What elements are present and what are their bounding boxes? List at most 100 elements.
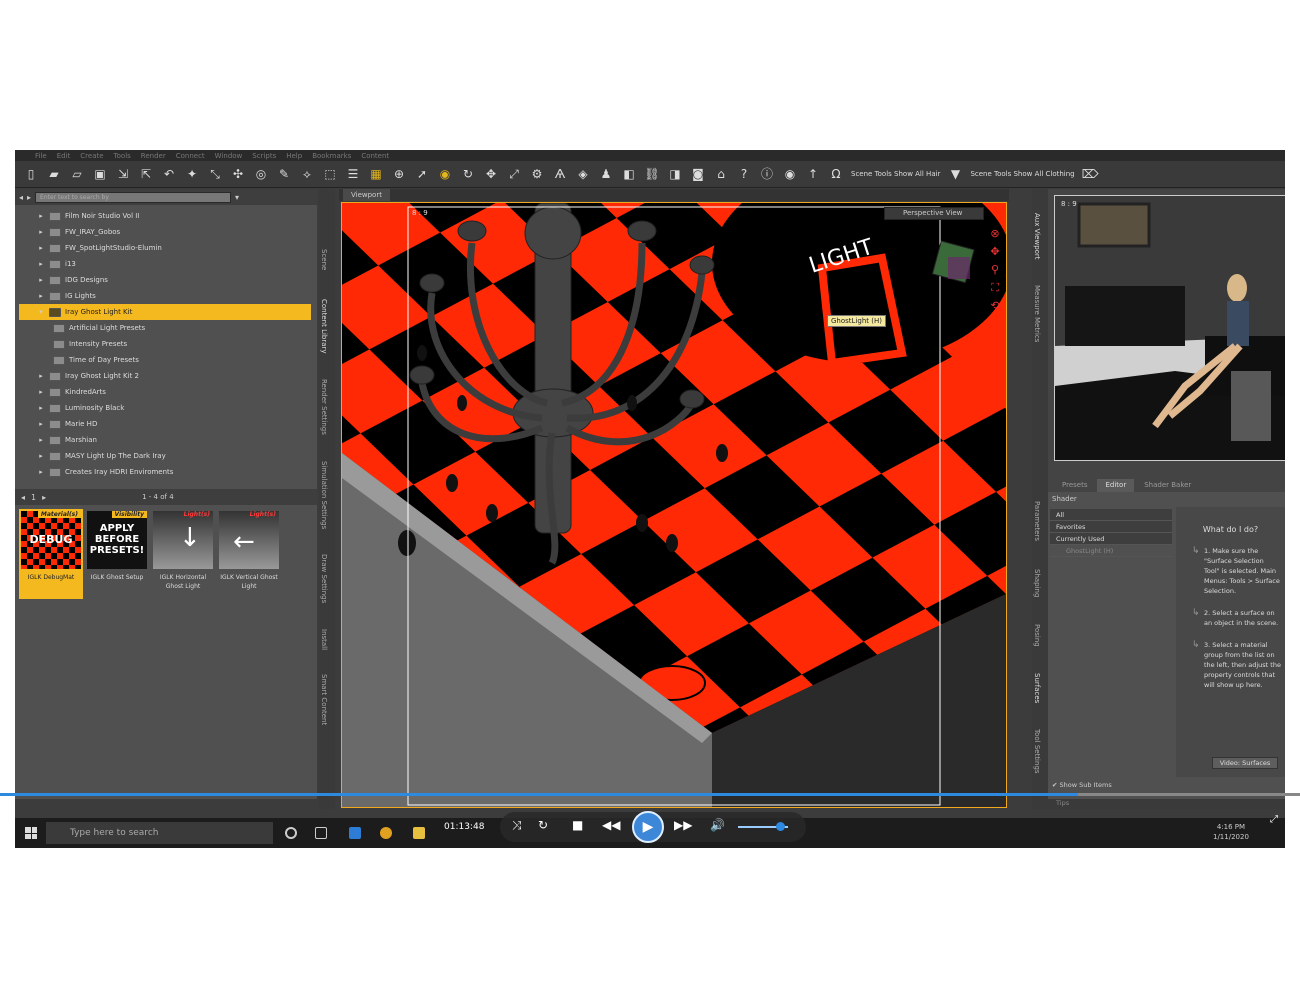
tree-item[interactable]: ▸ IG Lights — [19, 288, 311, 304]
menu-bookmarks[interactable]: Bookmarks — [312, 152, 351, 160]
help-icon[interactable]: ⓘ — [759, 166, 775, 182]
shader-filter-all[interactable]: All — [1050, 509, 1172, 521]
tree-item[interactable]: ▾ Iray Ghost Light Kit — [19, 304, 311, 320]
tree-item[interactable]: ▸ IDG Designs — [19, 272, 311, 288]
expand-arrow-icon[interactable]: ▸ — [37, 436, 45, 444]
task-view-icon[interactable] — [315, 827, 327, 839]
main-viewport[interactable]: LIGHT 8 : 9 Perspective View ⊗ ✥ ⚲ ⛶ ⟲ — [341, 202, 1007, 808]
show-all-icon[interactable]: ◉ — [782, 166, 798, 182]
expand-arrow-icon[interactable]: ▸ — [37, 372, 45, 380]
search-options-icon[interactable]: ▾ — [235, 193, 239, 202]
expand-icon[interactable]: ⤢ — [1270, 814, 1284, 826]
tree-item[interactable]: ▸ Marshian — [19, 432, 311, 448]
tab-viewport[interactable]: Viewport — [343, 189, 390, 201]
windows-start-icon[interactable] — [25, 827, 37, 839]
page-number[interactable]: 1 — [31, 493, 36, 502]
content-tile[interactable]: Material(s) DEBUG IGLK DebugMat — [19, 509, 83, 599]
tab-shaping[interactable]: Shaping — [1033, 569, 1041, 597]
tab-editor[interactable]: Editor — [1097, 479, 1135, 492]
light-tool-icon[interactable]: ◉ — [437, 166, 453, 182]
tab-parameters[interactable]: Parameters — [1033, 501, 1041, 541]
new-file-icon[interactable]: ▯ — [23, 166, 39, 182]
tips-bar[interactable]: Tips — [1048, 799, 1285, 809]
scene-tools-hair-button[interactable]: Scene Tools Show All Hair — [851, 170, 940, 178]
undo-icon[interactable]: ↶ — [161, 166, 177, 182]
region-icon[interactable]: ⬚ — [322, 166, 338, 182]
show-sub-items-checkbox[interactable]: ✔ Show Sub Items — [1052, 781, 1112, 789]
expand-arrow-icon[interactable]: ▸ — [37, 388, 45, 396]
rewind-icon[interactable]: ◀◀ — [602, 818, 620, 832]
aux-viewport[interactable]: 8 : 9 — [1054, 195, 1285, 461]
link-icon[interactable]: ⛓ — [644, 166, 660, 182]
tree-item[interactable]: Time of Day Presets — [19, 352, 311, 368]
menu-window[interactable]: Window — [215, 152, 243, 160]
tab-scene[interactable]: Scene — [320, 249, 328, 270]
shader-filter-currently-used[interactable]: Currently Used — [1050, 533, 1172, 545]
tree-item[interactable]: ▸ FW_SpotLightStudio-Elumin — [19, 240, 311, 256]
expand-arrow-icon[interactable]: ▸ — [37, 276, 45, 284]
fast-forward-icon[interactable]: ▶▶ — [674, 818, 692, 832]
edge-icon[interactable] — [349, 827, 361, 839]
scene-icon[interactable]: ✦ — [184, 166, 200, 182]
volume-knob[interactable] — [776, 822, 785, 831]
tree-item[interactable]: ▸ KindredArts — [19, 384, 311, 400]
video-surfaces-button[interactable]: Video: Surfaces — [1212, 757, 1278, 769]
expand-arrow-icon[interactable]: ▸ — [37, 228, 45, 236]
back-arrow-icon[interactable]: ◂ — [19, 193, 23, 202]
taskbar-search-input[interactable]: Type here to search — [46, 822, 273, 844]
figure-icon[interactable]: Ѧ — [552, 166, 568, 182]
menu-create[interactable]: Create — [80, 152, 103, 160]
tree-item[interactable]: ▸ Film Noir Studio Vol II — [19, 208, 311, 224]
tree-item[interactable]: ▸ i13 — [19, 256, 311, 272]
forward-arrow-icon[interactable]: ▸ — [27, 193, 31, 202]
repeat-icon[interactable]: ↻ — [538, 818, 548, 832]
expand-arrow-icon[interactable]: ▸ — [37, 244, 45, 252]
prev-page-icon[interactable]: ◂ — [21, 493, 25, 502]
hair-icon[interactable]: Ω — [828, 166, 844, 182]
content-tile[interactable]: Visibility APPLY BEFORE PRESETS! IGLK Ghos… — [85, 509, 149, 599]
content-search-input[interactable]: Enter text to search by — [35, 191, 232, 203]
move-tool-icon[interactable]: ⊕ — [391, 166, 407, 182]
menu-scripts[interactable]: Scripts — [252, 152, 276, 160]
menu-render[interactable]: Render — [141, 152, 166, 160]
expand-arrow-icon[interactable]: ▸ — [37, 212, 45, 220]
reset-view-icon[interactable]: ⟲ — [988, 299, 1002, 313]
save-icon[interactable]: ▣ — [92, 166, 108, 182]
tab-tool-settings[interactable]: Tool Settings — [1033, 729, 1041, 774]
import-icon[interactable]: ⇲ — [115, 166, 131, 182]
export-icon[interactable]: ⇱ — [138, 166, 154, 182]
expand-arrow-icon[interactable]: ▸ — [37, 420, 45, 428]
align-icon[interactable]: ☰ — [345, 166, 361, 182]
tree-item[interactable]: ▸ Iray Ghost Light Kit 2 — [19, 368, 311, 384]
zoom-icon[interactable]: ⚲ — [988, 263, 1002, 277]
expand-arrow-icon[interactable]: ▸ — [37, 292, 45, 300]
tab-smart-content[interactable]: Smart Content — [320, 674, 328, 725]
spot-render-icon[interactable]: ◧ — [621, 166, 637, 182]
tab-presets[interactable]: Presets — [1054, 479, 1095, 492]
scale-icon[interactable]: ⤢ — [506, 166, 522, 182]
tab-aux-viewport[interactable]: Aux Viewport — [1033, 213, 1041, 260]
group-icon[interactable]: ♟ — [598, 166, 614, 182]
tree-item[interactable]: Intensity Presets — [19, 336, 311, 352]
rotate-icon[interactable]: ↻ — [460, 166, 476, 182]
pin-icon[interactable]: ✎ — [276, 166, 292, 182]
translate-icon[interactable]: ✥ — [483, 166, 499, 182]
shader-item-ghostlight[interactable]: GhostLight (H) — [1050, 545, 1172, 557]
content-tile[interactable]: Light(s) ← IGLK Vertical Ghost Light — [217, 509, 281, 599]
orbit-icon[interactable]: ⊗ — [988, 227, 1002, 241]
tab-content-library[interactable]: Content Library — [320, 299, 328, 354]
tab-surfaces[interactable]: Surfaces — [1033, 673, 1041, 703]
tab-posing[interactable]: Posing — [1033, 624, 1041, 647]
active-pose-icon[interactable]: ◎ — [253, 166, 269, 182]
scene-tools-clothing-button[interactable]: Scene Tools Show All Clothing — [970, 170, 1074, 178]
tag-icon[interactable]: ⌦ — [1082, 166, 1099, 182]
tab-shader-baker[interactable]: Shader Baker — [1136, 479, 1199, 492]
volume-icon[interactable]: 🔊 — [710, 818, 725, 832]
tree-item[interactable]: ▸ Luminosity Black — [19, 400, 311, 416]
menu-file[interactable]: File — [35, 152, 47, 160]
frame-icon[interactable]: ⛶ — [988, 281, 1002, 295]
tab-measure-metrics[interactable]: Measure Metrics — [1033, 285, 1041, 342]
morph-icon[interactable]: ◈ — [575, 166, 591, 182]
tab-simulation-settings[interactable]: Simulation Settings — [320, 461, 328, 529]
whats-this-icon[interactable]: ? — [736, 166, 752, 182]
